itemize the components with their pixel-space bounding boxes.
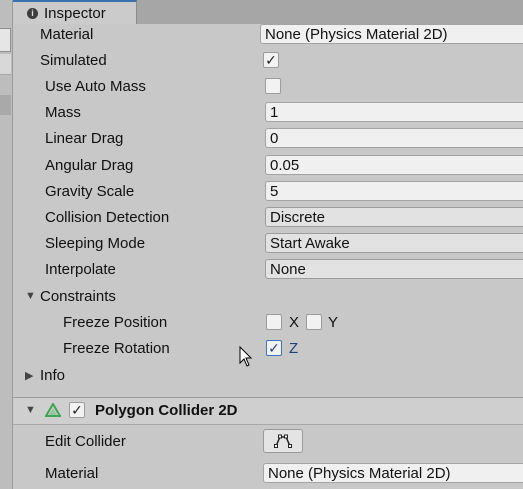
row-gravity-scale: Gravity Scale 5 [13,178,523,204]
linear-drag-input[interactable]: 0 [265,128,523,148]
freeze-position-y-checkbox[interactable] [306,314,322,330]
mass-input[interactable]: 1 [265,102,523,122]
adjacent-panel-edge [0,0,13,489]
freeze-position-y-label: Y [328,313,339,331]
gravity-scale-value: 5 [270,182,279,200]
expand-open-icon: ▼ [25,404,36,416]
angular-drag-input[interactable]: 0.05 [265,155,523,175]
info-label: Info [40,366,66,384]
simulated-checkbox[interactable]: ✓ [263,52,279,68]
gravity-scale-label: Gravity Scale [45,182,135,200]
gravity-scale-input[interactable]: 5 [265,181,523,201]
mass-value: 1 [270,103,279,121]
collider-material-value: None (Physics Material 2D) [268,464,451,482]
inspector-panel: Material None (Physics Material 2D) Simu… [13,24,523,489]
polygon-collider-icon [45,403,61,417]
use-auto-mass-label: Use Auto Mass [45,77,146,95]
row-use-auto-mass: Use Auto Mass [13,73,523,99]
sleeping-mode-label: Sleeping Mode [45,234,146,252]
collider-material-label: Material [45,464,99,482]
interpolate-value: None [270,260,306,278]
sleeping-mode-value: Start Awake [270,234,350,252]
constraints-foldout[interactable]: ▼ Constraints [13,283,523,309]
row-freeze-position: Freeze Position X Y [13,309,523,335]
freeze-position-label: Freeze Position [63,313,168,331]
angular-drag-value: 0.05 [270,156,300,174]
simulated-label: Simulated [40,51,107,69]
collision-detection-dropdown[interactable]: Discrete [265,207,523,227]
constraints-label: Constraints [40,287,116,305]
row-mass: Mass 1 [13,99,523,125]
adjacent-panel-row-selected[interactable] [0,95,11,115]
freeze-rotation-z-label: Z [289,339,299,357]
angular-drag-label: Angular Drag [45,156,134,174]
adjacent-panel-row[interactable] [0,54,11,75]
freeze-position-x-checkbox[interactable] [266,314,282,330]
linear-drag-label: Linear Drag [45,129,124,147]
linear-drag-value: 0 [270,129,279,147]
polygon-collider-title: Polygon Collider 2D [95,402,238,419]
tab-inspector-label: Inspector [44,4,106,22]
sleeping-mode-dropdown[interactable]: Start Awake [265,233,523,253]
collision-detection-label: Collision Detection [45,208,170,226]
row-edit-collider: Edit Collider [13,428,523,454]
info-foldout[interactable]: ▶ Info [13,362,523,388]
collision-detection-value: Discrete [270,208,326,226]
checkmark-icon: ✓ [268,340,280,356]
mass-label: Mass [45,103,81,121]
checkmark-icon: ✓ [71,402,83,418]
interpolate-dropdown[interactable]: None [265,259,523,279]
edit-collider-label: Edit Collider [45,432,126,450]
row-linear-drag: Linear Drag 0 [13,125,523,151]
adjacent-panel-field[interactable] [0,28,11,52]
polygon-collider-enabled-checkbox[interactable]: ✓ [69,402,85,418]
collider-material-object-field[interactable]: None (Physics Material 2D) [263,463,523,483]
material-value: None (Physics Material 2D) [265,25,448,43]
info-icon: i [27,7,38,19]
checkmark-icon: ✓ [265,52,277,68]
expand-closed-icon: ▶ [25,369,34,382]
edit-collider-button[interactable] [263,429,303,453]
mouse-cursor-icon [239,346,253,367]
row-angular-drag: Angular Drag 0.05 [13,152,523,178]
row-collider-material: Material None (Physics Material 2D) [13,460,523,486]
interpolate-label: Interpolate [45,260,116,278]
material-object-field[interactable]: None (Physics Material 2D) [260,24,523,44]
edit-collider-icon [274,434,292,448]
row-sleeping-mode: Sleeping Mode Start Awake [13,230,523,256]
freeze-rotation-z-checkbox[interactable]: ✓ [266,340,282,356]
freeze-rotation-label: Freeze Rotation [63,339,170,357]
row-simulated: Simulated ✓ [13,47,523,73]
expand-open-icon: ▼ [25,290,36,302]
use-auto-mass-checkbox[interactable] [265,78,281,94]
freeze-position-x-label: X [289,313,300,331]
row-material: Material None (Physics Material 2D) [13,21,523,47]
row-freeze-rotation: Freeze Rotation ✓ Z [13,335,523,361]
row-collision-detection: Collision Detection Discrete [13,204,523,230]
polygon-collider-header[interactable]: ▼ ✓ Polygon Collider 2D [13,397,523,425]
inspector-window: i Inspector Material None (Physics Mater… [0,0,523,489]
material-label: Material [40,25,94,43]
row-interpolate: Interpolate None [13,256,523,282]
